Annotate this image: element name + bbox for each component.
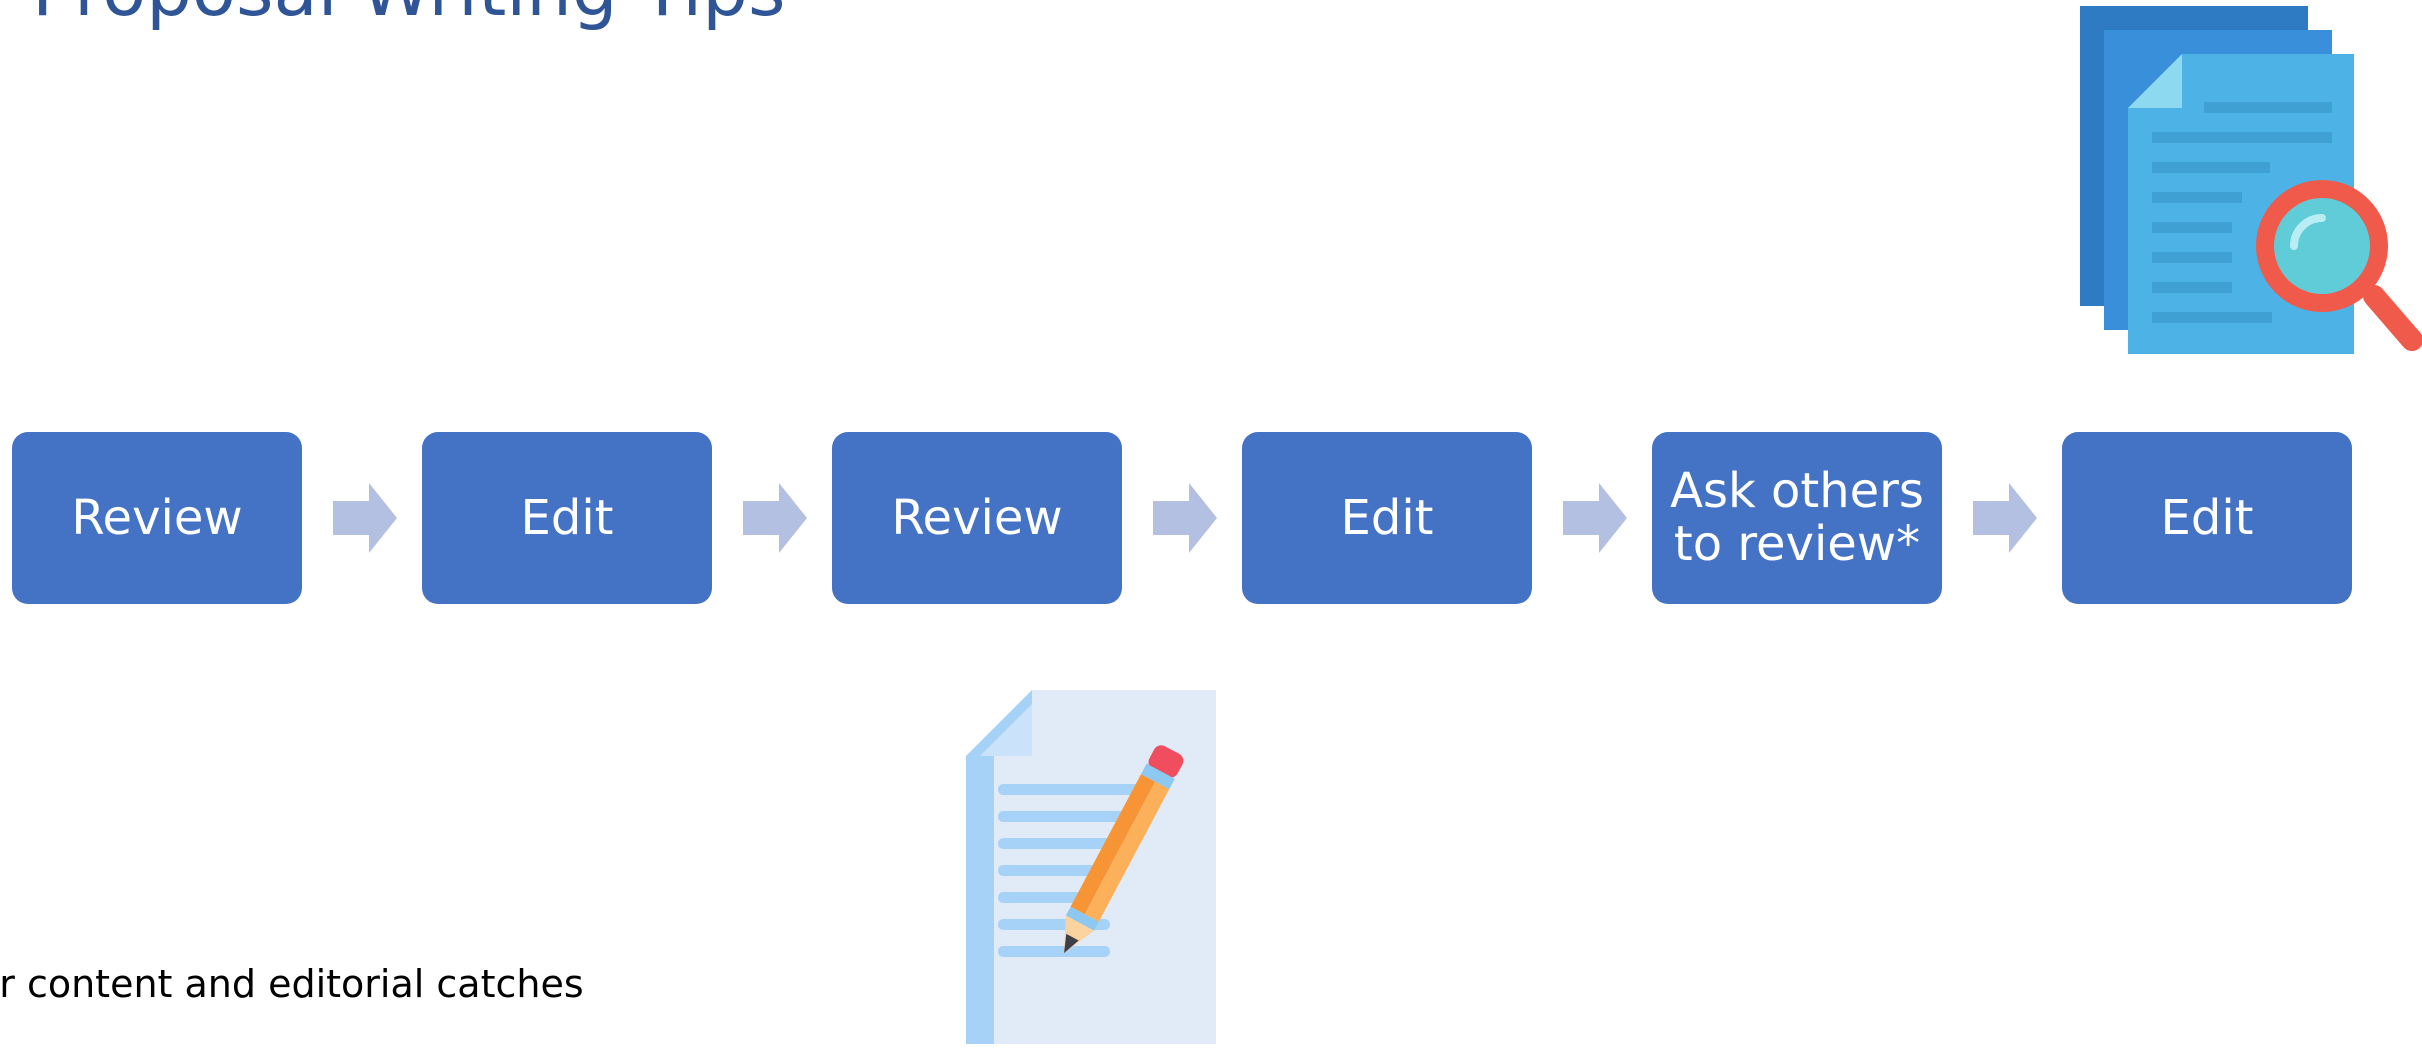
document-pencil-icon [956, 680, 1256, 1044]
flow-step-edit-3: Edit [2062, 432, 2352, 604]
flow-arrow-4 [1563, 483, 1627, 553]
documents-magnifier-icon [2070, 0, 2422, 360]
flow-arrow-1 [333, 483, 397, 553]
flow-arrow-2 [743, 483, 807, 553]
footnote-text: or content and editorial catches [0, 962, 584, 1006]
flow-arrow-5 [1973, 483, 2037, 553]
flow-arrow-3 [1153, 483, 1217, 553]
flow-step-review-1: Review [12, 432, 302, 604]
flow-step-edit-1: Edit [422, 432, 712, 604]
flow-step-ask-others: Ask others to review* [1652, 432, 1942, 604]
flow-step-review-2: Review [832, 432, 1122, 604]
flow-step-edit-2: Edit [1242, 432, 1532, 604]
